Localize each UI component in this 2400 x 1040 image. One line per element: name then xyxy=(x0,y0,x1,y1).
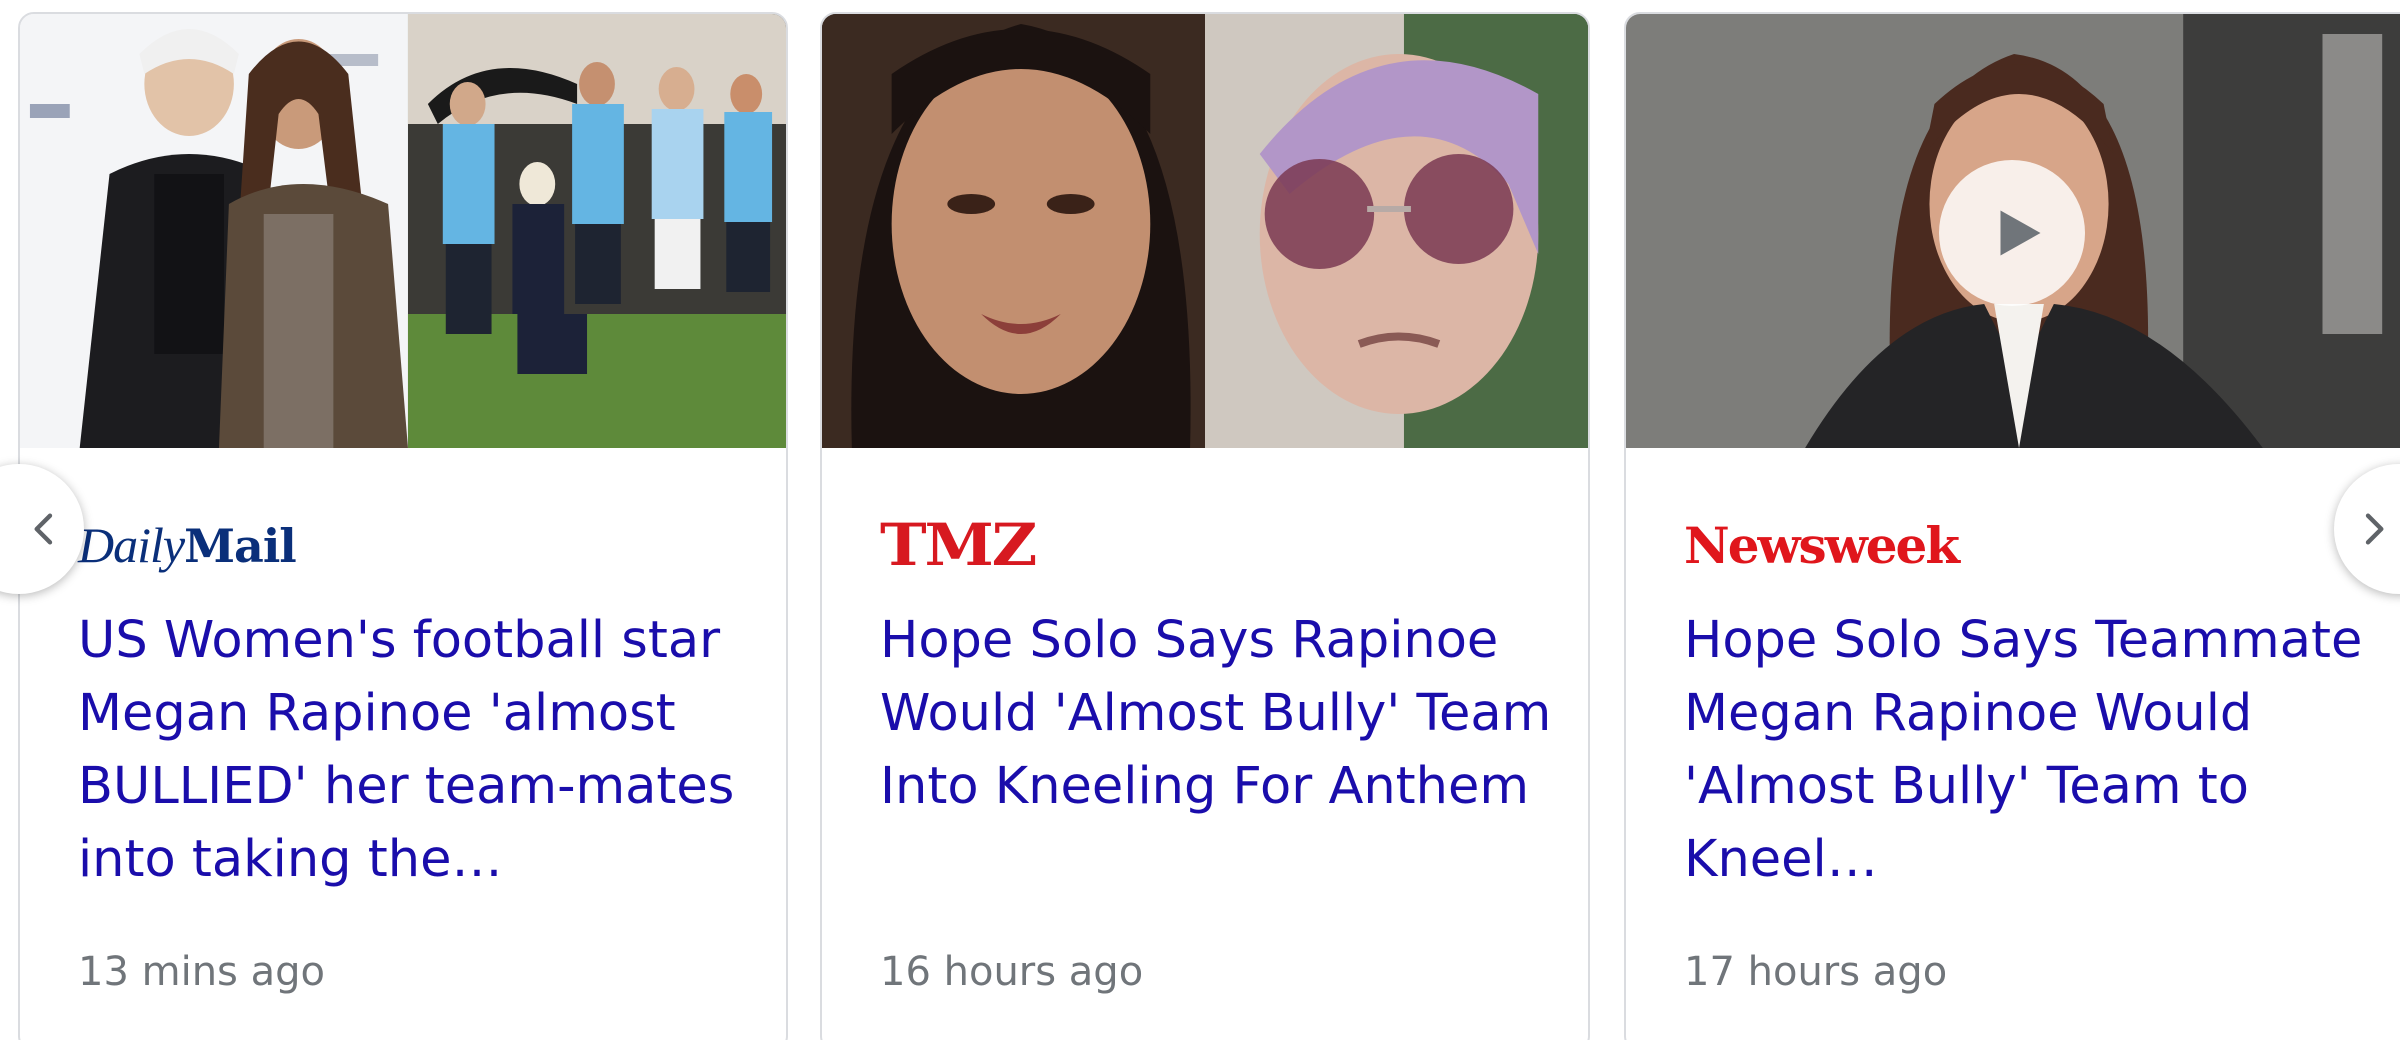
source-name-part1: Daily xyxy=(78,517,185,573)
news-thumbnail[interactable] xyxy=(20,14,786,448)
source-name: Newsweek xyxy=(1684,515,1960,575)
timestamp: 17 hours ago xyxy=(1684,949,1948,995)
news-card-tmz[interactable]: TMZ Hope Solo Says Rapinoe Would 'Almost… xyxy=(820,12,1590,1040)
source-name: TMZ xyxy=(880,511,1037,579)
headline-link[interactable]: Hope Solo Says Rapinoe Would 'Almost Bul… xyxy=(880,604,1570,823)
top-stories-carousel: DailyMail US Women's football star Megan… xyxy=(0,0,2400,1040)
play-video-button[interactable] xyxy=(1939,160,2085,306)
news-card-dailymail[interactable]: DailyMail US Women's football star Megan… xyxy=(18,12,788,1040)
source-logo-newsweek: Newsweek xyxy=(1684,510,1960,580)
source-name-part2: Mail xyxy=(184,519,297,573)
news-thumbnail[interactable] xyxy=(822,14,1588,448)
play-icon xyxy=(2000,210,2041,256)
thumbnail-photo xyxy=(20,14,786,448)
chevron-left-icon xyxy=(34,513,53,545)
source-logo-tmz: TMZ xyxy=(880,510,1037,580)
headline-link[interactable]: US Women's football star Megan Rapinoe '… xyxy=(78,604,768,896)
headline-link[interactable]: Hope Solo Says Teammate Megan Rapinoe Wo… xyxy=(1684,604,2374,896)
timestamp: 13 mins ago xyxy=(78,949,325,995)
timestamp: 16 hours ago xyxy=(880,949,1144,995)
thumbnail-photo xyxy=(822,14,1588,448)
source-logo-dailymail: DailyMail xyxy=(78,510,297,580)
chevron-right-icon xyxy=(2365,513,2384,545)
